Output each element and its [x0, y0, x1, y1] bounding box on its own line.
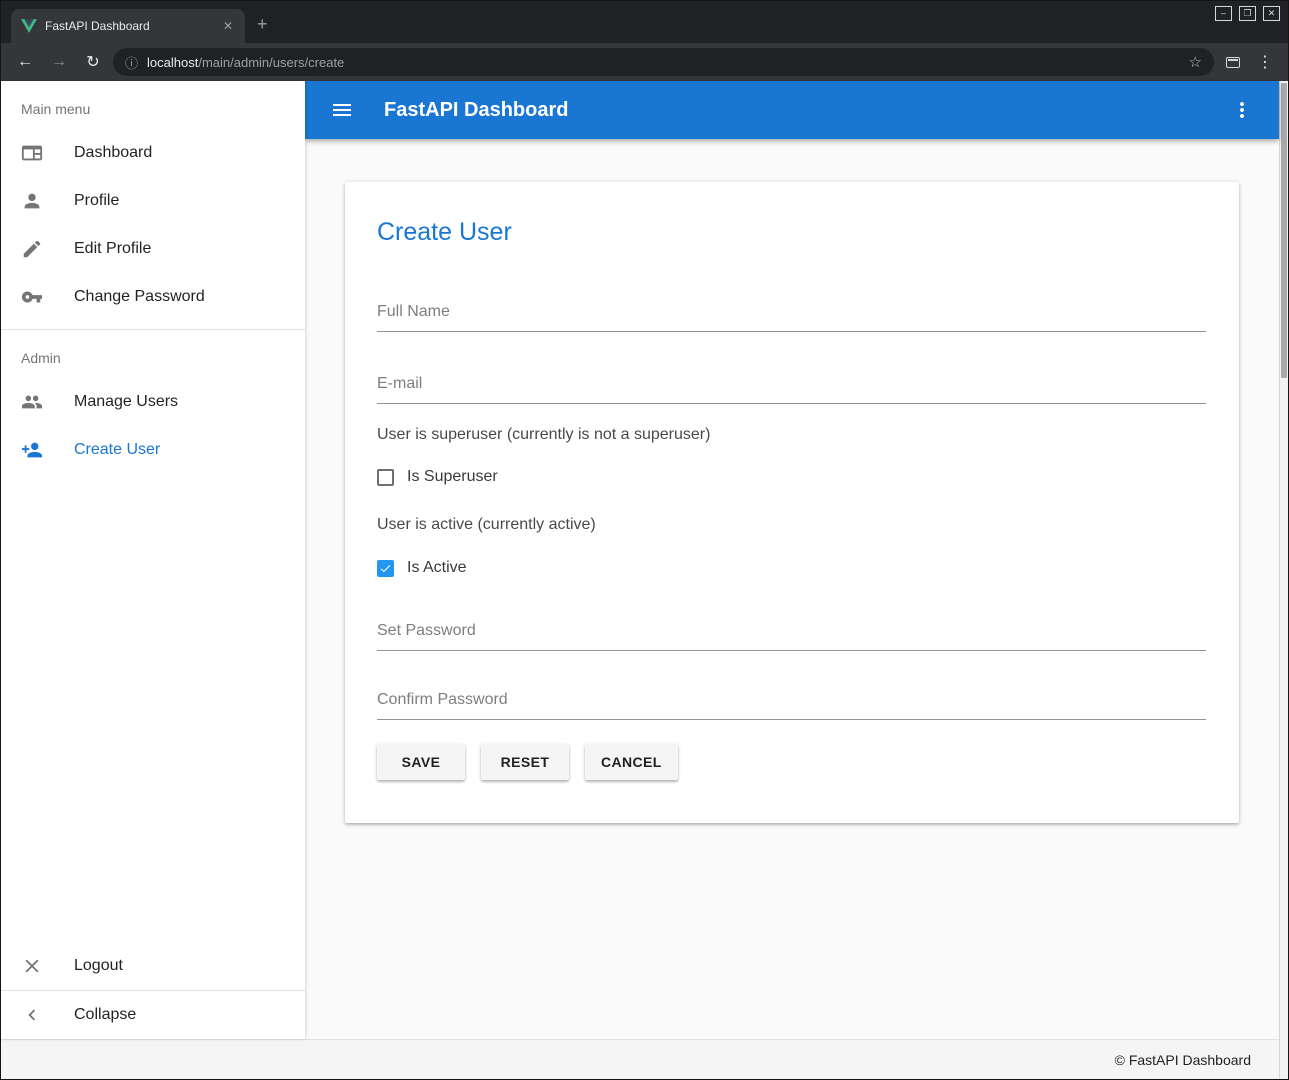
vue-logo-icon [21, 18, 37, 34]
sidebar-header-admin: Admin [1, 338, 305, 378]
window-close-button[interactable]: ✕ [1263, 6, 1280, 21]
sidebar-item-edit-profile[interactable]: Edit Profile [1, 225, 305, 273]
tab-strip: FastAPI Dashboard ✕ + – ❐ ✕ [1, 1, 1288, 43]
reload-button[interactable]: ↻ [79, 48, 107, 76]
tab-title: FastAPI Dashboard [45, 19, 213, 33]
scrollbar-thumb[interactable] [1281, 83, 1287, 378]
sidebar-item-label: Change Password [74, 288, 205, 306]
email-field [377, 375, 1206, 404]
sidebar-item-label: Profile [74, 192, 119, 210]
sidebar-header-main-menu: Main menu [1, 89, 305, 129]
minimize-button[interactable]: – [1215, 6, 1232, 21]
set-password-input[interactable] [377, 622, 1206, 651]
full-name-input[interactable] [377, 303, 1206, 332]
confirm-password-input[interactable] [377, 691, 1206, 720]
page-title: Create User [377, 218, 1206, 247]
confirm-password-field [377, 691, 1206, 720]
sidebar: Main menu Dashboard Profile [1, 81, 305, 1039]
save-button[interactable]: SAVE [377, 744, 465, 780]
sidebar-item-collapse[interactable]: Collapse [1, 991, 305, 1039]
new-tab-button[interactable]: + [257, 14, 268, 35]
close-icon [21, 955, 43, 977]
sidebar-item-label: Edit Profile [74, 240, 151, 258]
url-text[interactable]: localhost/main/admin/users/create [147, 55, 1180, 70]
url-path: /main/admin/users/create [198, 55, 344, 70]
sidebar-item-label: Create User [74, 441, 160, 459]
browser-window: FastAPI Dashboard ✕ + – ❐ ✕ ← → ↻ ⓘ loca… [0, 0, 1289, 1080]
sidebar-item-dashboard[interactable]: Dashboard [1, 129, 305, 177]
browser-tab[interactable]: FastAPI Dashboard ✕ [11, 9, 245, 43]
checkbox-label: Is Active [407, 559, 467, 577]
browser-toolbar: ← → ↻ ⓘ localhost/main/admin/users/creat… [1, 43, 1288, 81]
hamburger-menu-icon[interactable] [324, 92, 360, 128]
window-controls: – ❐ ✕ [1215, 6, 1280, 21]
page-content: Create User User is superuser (currently… [305, 139, 1279, 1039]
sidebar-item-create-user[interactable]: Create User [1, 426, 305, 474]
form-actions: SAVE RESET CANCEL [377, 744, 1206, 780]
browser-profile-icon[interactable] [1220, 49, 1246, 75]
create-user-card: Create User User is superuser (currently… [345, 182, 1239, 823]
checkbox-checked-icon [377, 560, 394, 577]
site-info-icon[interactable]: ⓘ [125, 53, 138, 72]
checkbox-label: Is Superuser [407, 468, 498, 486]
appbar-title: FastAPI Dashboard [384, 99, 568, 122]
back-button[interactable]: ← [11, 48, 39, 76]
sidebar-item-logout[interactable]: Logout [1, 942, 305, 990]
forward-button[interactable]: → [45, 48, 73, 76]
superuser-hint: User is superuser (currently is not a su… [377, 426, 1206, 444]
pencil-icon [21, 238, 43, 260]
checkbox-unchecked-icon [377, 469, 394, 486]
chevron-left-icon [21, 1004, 43, 1026]
page-scrollbar[interactable] [1279, 81, 1288, 1079]
sidebar-item-label: Logout [74, 957, 123, 975]
sidebar-item-change-password[interactable]: Change Password [1, 273, 305, 321]
sidebar-item-profile[interactable]: Profile [1, 177, 305, 225]
cancel-button[interactable]: CANCEL [585, 744, 678, 780]
set-password-field [377, 622, 1206, 651]
app-bar: FastAPI Dashboard [305, 81, 1279, 139]
copyright-text: © FastAPI Dashboard [1115, 1052, 1251, 1068]
sidebar-item-label: Dashboard [74, 144, 152, 162]
more-vert-icon[interactable] [1224, 92, 1260, 128]
dashboard-icon [21, 142, 43, 164]
sidebar-item-label: Collapse [74, 1006, 136, 1024]
sidebar-item-manage-users[interactable]: Manage Users [1, 378, 305, 426]
key-icon [21, 286, 43, 308]
sidebar-item-label: Manage Users [74, 393, 178, 411]
sidebar-divider [1, 329, 305, 330]
url-host: localhost [147, 55, 198, 70]
active-hint: User is active (currently active) [377, 516, 1206, 534]
bookmark-star-icon[interactable]: ☆ [1189, 53, 1202, 71]
is-active-checkbox[interactable]: Is Active [377, 559, 467, 577]
tab-close-icon[interactable]: ✕ [221, 19, 235, 33]
app-footer: © FastAPI Dashboard [1, 1039, 1279, 1079]
browser-menu-icon[interactable]: ⋮ [1252, 49, 1278, 75]
address-bar[interactable]: ⓘ localhost/main/admin/users/create ☆ [113, 48, 1214, 76]
reset-button[interactable]: RESET [481, 744, 569, 780]
email-input[interactable] [377, 375, 1206, 404]
maximize-button[interactable]: ❐ [1239, 6, 1256, 21]
person-icon [21, 190, 43, 212]
person-add-icon [21, 439, 43, 461]
full-name-field [377, 303, 1206, 332]
is-superuser-checkbox[interactable]: Is Superuser [377, 468, 498, 486]
group-icon [21, 391, 43, 413]
main-area: FastAPI Dashboard Create User [305, 81, 1279, 1039]
